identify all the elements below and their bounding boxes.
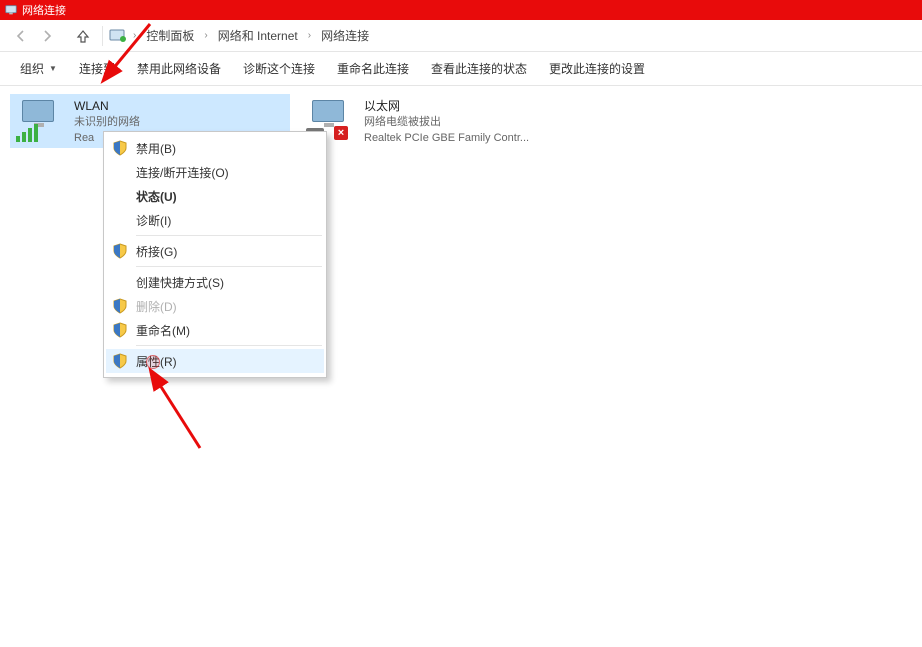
context-menu: 禁用(B) 连接/断开连接(O) 状态(U) 诊断(I) 桥接(G) 创建快捷方… [103,131,327,378]
shield-icon [112,298,128,314]
shield-icon [112,243,128,259]
adapter-name: 以太网 [364,98,529,114]
command-bar: 组织 ▼ 连接到 禁用此网络设备 诊断这个连接 重命名此连接 查看此连接的状态 更… [0,52,922,86]
adapter-status: 未识别的网络 [74,114,140,130]
navigation-bar: › 控制面板 › 网络和 Internet › 网络连接 [0,20,922,52]
ctx-properties[interactable]: 属性(R) [106,349,324,373]
breadcrumb[interactable]: › 控制面板 › 网络和 Internet › 网络连接 [109,24,373,47]
ctx-rename[interactable]: 重命名(M) [106,318,324,342]
organize-button[interactable]: 组织 ▼ [10,55,67,82]
view-status-button[interactable]: 查看此连接的状态 [421,55,537,82]
disable-device-label: 禁用此网络设备 [137,60,221,77]
change-settings-button[interactable]: 更改此连接的设置 [539,55,655,82]
ctx-label: 诊断(I) [136,212,171,229]
diagnose-button[interactable]: 诊断这个连接 [233,55,325,82]
chevron-right-icon: › [204,30,207,41]
title-bar: 网络连接 [0,0,922,20]
ctx-label: 桥接(G) [136,243,177,260]
breadcrumb-network-internet[interactable]: 网络和 Internet [214,24,302,47]
window-icon [4,3,18,17]
ctx-label: 连接/断开连接(O) [136,164,229,181]
ctx-label: 重命名(M) [136,322,190,339]
chevron-right-icon: › [308,30,311,41]
ctx-shortcut[interactable]: 创建快捷方式(S) [106,270,324,294]
rename-connection-button[interactable]: 重命名此连接 [327,55,419,82]
ctx-label: 创建快捷方式(S) [136,274,224,291]
ctx-diagnose[interactable]: 诊断(I) [106,208,324,232]
diagnose-label: 诊断这个连接 [243,60,315,77]
chevron-right-icon: › [133,30,136,41]
window-title: 网络连接 [22,2,66,18]
separator [102,26,103,46]
separator [136,345,322,346]
separator [136,235,322,236]
breadcrumb-network-connections[interactable]: 网络连接 [317,24,373,47]
change-settings-label: 更改此连接的设置 [549,60,645,77]
organize-label: 组织 [20,60,44,77]
breadcrumb-control-panel[interactable]: 控制面板 [142,24,198,47]
separator [136,266,322,267]
ctx-label: 禁用(B) [136,140,176,157]
rename-connection-label: 重命名此连接 [337,60,409,77]
shield-icon [112,322,128,338]
cursor-indicator [146,355,160,369]
adapter-ethernet[interactable]: × 以太网 网络电缆被拔出 Realtek PCIe GBE Family Co… [300,94,580,148]
view-status-label: 查看此连接的状态 [431,60,527,77]
ctx-disable[interactable]: 禁用(B) [106,136,324,160]
ctx-label: 删除(D) [136,298,177,315]
adapter-device: Realtek PCIe GBE Family Contr... [364,130,529,146]
control-panel-icon [109,29,127,43]
wlan-icon [16,98,64,142]
forward-button[interactable] [34,23,60,49]
ctx-status[interactable]: 状态(U) [106,184,324,208]
adapter-name: WLAN [74,98,140,114]
ctx-label: 状态(U) [136,188,177,205]
dropdown-icon: ▼ [49,64,57,73]
adapter-labels: 以太网 网络电缆被拔出 Realtek PCIe GBE Family Cont… [364,98,529,146]
connect-to-button[interactable]: 连接到 [69,55,125,82]
back-button[interactable] [8,23,34,49]
disconnected-icon: × [334,126,348,140]
ctx-delete: 删除(D) [106,294,324,318]
ctx-connect-disconnect[interactable]: 连接/断开连接(O) [106,160,324,184]
shield-icon [112,140,128,156]
disable-device-button[interactable]: 禁用此网络设备 [127,55,231,82]
shield-icon [112,353,128,369]
adapter-status: 网络电缆被拔出 [364,114,529,130]
connect-to-label: 连接到 [79,60,115,77]
up-button[interactable] [70,23,96,49]
ctx-bridge[interactable]: 桥接(G) [106,239,324,263]
